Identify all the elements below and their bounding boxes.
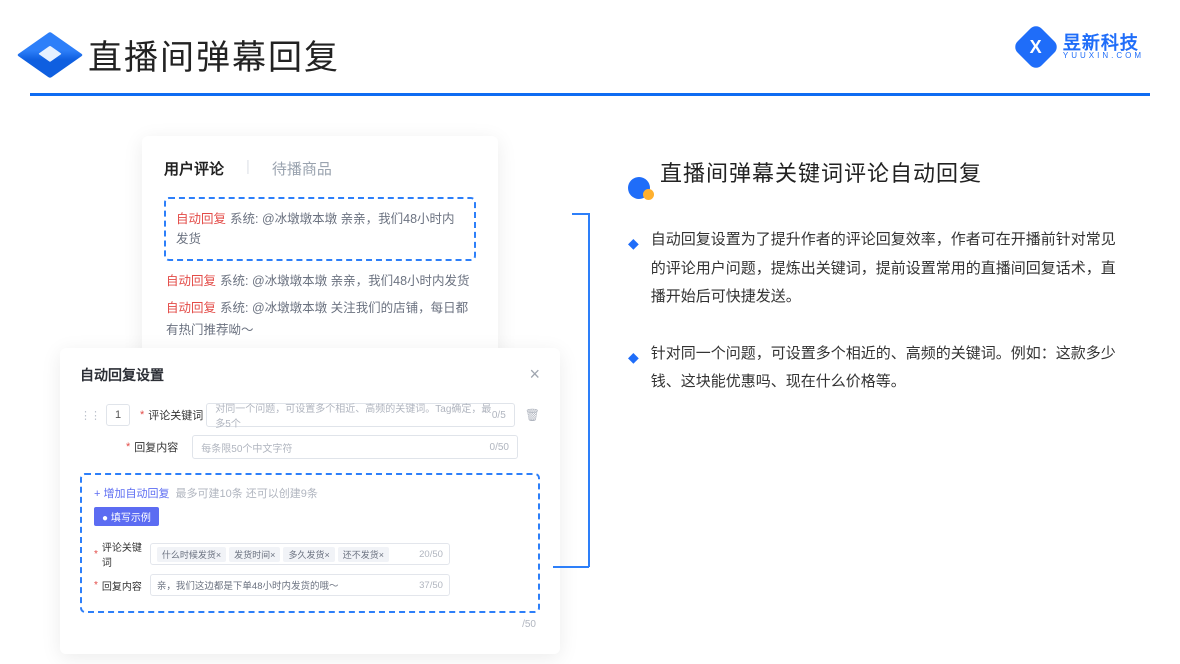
reply-line: 自动回复系统: @冰墩墩本墩 亲亲，我们48小时内发货 [166,271,474,292]
add-link[interactable]: + 增加自动回复 最多可建10条 还可以创建9条 [94,485,526,501]
cube-icon [17,31,84,78]
ex-kw-input[interactable]: 什么时候发货× 发货时间× 多久发货× 还不发货× 20/50 [150,543,450,565]
section-title: 直播间弹幕关键词评论自动回复 [660,156,982,188]
page-title: 直播间弹幕回复 [88,30,340,79]
content-row: * 回复内容 每条限50个中文字符0/50 [80,435,540,459]
brand-cn: 昱新科技 [1063,34,1144,52]
example-block: + 增加自动回复 最多可建10条 还可以创建9条 ● 填写示例 *评论关键词 什… [80,473,540,613]
brand-mark: X [1012,23,1060,71]
tab-sep: | [246,158,250,179]
ex-kw-row: *评论关键词 什么时候发货× 发货时间× 多久发货× 还不发货× 20/50 [94,539,526,569]
close-icon[interactable]: × [529,364,540,385]
content-input[interactable]: 每条限50个中文字符0/50 [192,435,518,459]
diamond-icon: ◆ [628,230,639,312]
connector-line [572,213,588,215]
brand-en: YUUXIN.COM [1063,52,1144,60]
ex-content-row: *回复内容 亲，我们这边都是下单48小时内发货的哦～ 37/50 [94,574,526,596]
bullet-1: ◆ 自动回复设置为了提升作者的评论回复效率，作者可在开播前针对常见的评论用户问题… [628,226,1120,312]
content-label: 回复内容 [134,439,192,455]
connector-line [588,213,590,567]
bubble-icon [628,177,650,199]
index-box: 1 [106,404,130,426]
ex-content-input[interactable]: 亲，我们这边都是下单48小时内发货的哦～ 37/50 [150,574,450,596]
kw-label: 评论关键词 [148,407,206,423]
drag-icon: ⋮⋮ [80,409,100,422]
diamond-icon: ◆ [628,344,639,397]
trash-icon[interactable]: 🗑 [525,408,540,422]
keyword-row: ⋮⋮ 1 * 评论关键词 对同一个问题，可设置多个相近、高频的关键词。Tag确定… [80,403,540,427]
tab-products[interactable]: 待播商品 [272,158,332,179]
comments-card: 用户评论 | 待播商品 自动回复系统: @冰墩墩本墩 亲亲，我们48小时内发货 … [142,136,498,373]
example-badge: ● 填写示例 [94,507,159,526]
badge: 自动回复 [176,212,226,226]
faded-row: /50 [80,619,540,630]
brand-logo: X 昱新科技 YUUXIN.COM [1019,30,1144,64]
keyword-input[interactable]: 对同一个问题，可设置多个相近、高频的关键词。Tag确定，最多5个0/5 [206,403,514,427]
connector-line [553,566,589,568]
highlight-reply: 自动回复系统: @冰墩墩本墩 亲亲，我们48小时内发货 [164,197,476,261]
modal-title: 自动回复设置 [80,365,164,385]
bullet-2: ◆ 针对同一个问题，可设置多个相近的、高频的关键词。例如：这款多少钱、这块能优惠… [628,340,1120,397]
settings-modal: 自动回复设置 × ⋮⋮ 1 * 评论关键词 对同一个问题，可设置多个相近、高频的… [60,348,560,654]
reply-line: 自动回复系统: @冰墩墩本墩 关注我们的店铺，每日都有热门推荐呦～ [166,298,474,341]
tabs: 用户评论 | 待播商品 [164,158,476,179]
tab-comments[interactable]: 用户评论 [164,158,224,179]
